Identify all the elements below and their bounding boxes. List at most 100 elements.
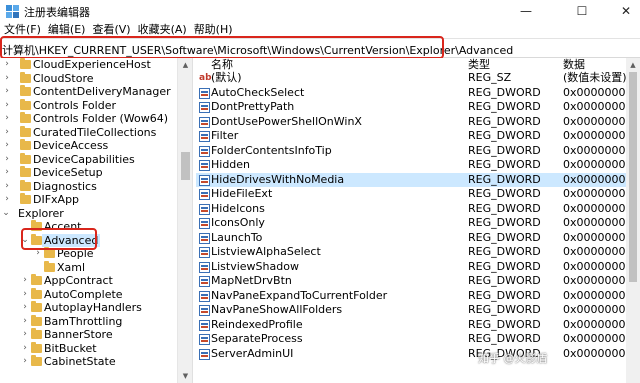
minimize-button[interactable]: — (504, 0, 548, 22)
binary-icon (199, 145, 210, 157)
value-data: 0x00000000 (0) (563, 346, 626, 360)
advanced-highlight-box (21, 228, 97, 250)
tree-item[interactable]: › CloudExperienceHost (0, 58, 177, 72)
binary-icon (199, 203, 210, 215)
tree-chevron-icon[interactable]: › (3, 112, 11, 125)
tree-item[interactable]: › Controls Folder (0, 98, 177, 113)
tree-item[interactable]: › Diagnostics (0, 179, 177, 194)
tree-item-label: Diagnostics (33, 179, 97, 193)
tree-chevron-icon[interactable]: › (3, 85, 11, 98)
tree-item[interactable]: ⌄ Explorer (0, 207, 177, 221)
values-scrollbar[interactable]: ▲ (626, 58, 640, 383)
tree-chevron-icon[interactable]: › (3, 139, 11, 152)
values-scroll-thumb[interactable] (629, 72, 637, 282)
value-row[interactable]: FolderContentsInfoTip REG_DWORD 0x00000001… (196, 144, 626, 159)
value-row[interactable]: DontUsePowerShellOnWinX REG_DWORD 0x000000… (196, 115, 626, 130)
value-row[interactable]: HideFileExt REG_DWORD 0x00000000 (0) (196, 187, 626, 202)
value-row[interactable]: IconsOnly REG_DWORD 0x00000000 (0) (196, 216, 626, 231)
tree-item[interactable]: › Controls Folder (Wow64) (0, 112, 177, 126)
tree-item[interactable]: › DeviceSetup (0, 166, 177, 180)
value-row[interactable]: MapNetDrvBtn REG_DWORD 0x00000000 (0) (196, 274, 626, 289)
value-row[interactable]: Filter REG_DWORD 0x00000000 (0) (196, 129, 626, 144)
tree-scroll-thumb[interactable] (181, 152, 190, 180)
value-row[interactable]: DontPrettyPath REG_DWORD 0x00000000 (0) (196, 100, 626, 115)
tree-item[interactable]: › AutoComplete (0, 287, 177, 302)
tree-item[interactable]: › BitBucket (0, 341, 177, 356)
tree-scrollbar[interactable]: ▲ ▼ (177, 58, 192, 383)
value-row[interactable]: ListviewShadow REG_DWORD 0x00000001 (1) (196, 260, 626, 275)
value-row[interactable]: HideDrivesWithNoMedia REG_DWORD 0x00000000… (196, 172, 626, 187)
tree-chevron-icon[interactable]: › (21, 355, 29, 368)
tree-item-label: CabinetState (44, 355, 116, 368)
value-row[interactable]: AutoCheckSelect REG_DWORD 0x00000000 (0) (196, 86, 626, 101)
tree-item-label: AutoplayHandlers (44, 301, 142, 314)
close-button[interactable]: ✕ (604, 0, 640, 22)
tree-item[interactable]: › CuratedTileCollections (0, 125, 177, 140)
tree-chevron-icon[interactable]: › (21, 328, 29, 341)
tree-item[interactable]: › CloudStore (0, 71, 177, 86)
scroll-down-icon[interactable]: ▼ (178, 369, 193, 383)
tree-chevron-icon[interactable]: › (3, 153, 11, 166)
column-header-type[interactable]: 类型 (468, 58, 490, 71)
tree-item[interactable]: › CabinetState (0, 355, 177, 369)
address-highlight-box (0, 36, 444, 59)
value-row[interactable]: ab (默认) REG_SZ (数值未设置) (196, 71, 626, 86)
value-data: (数值未设置) (563, 71, 626, 84)
tree-item[interactable]: › AppContract (0, 274, 177, 288)
binary-icon (199, 218, 210, 229)
tree-chevron-icon[interactable]: › (21, 315, 29, 328)
tree-item[interactable]: Xaml (0, 260, 177, 275)
value-row[interactable]: ServerAdminUIREG_DWORD0x00000000 (0) (196, 347, 626, 362)
value-row[interactable]: NavPaneShowAllFolders REG_DWORD 0x00000000… (196, 303, 626, 318)
tree-item[interactable]: › DIFxApp (0, 193, 177, 207)
column-header-name[interactable]: 名称 (211, 58, 233, 71)
tree-item[interactable]: › DeviceAccess (0, 139, 177, 153)
tree-chevron-icon[interactable]: › (3, 72, 11, 85)
value-row[interactable]: LaunchTo REG_DWORD 0x00000001 (1) (196, 231, 626, 246)
value-row[interactable]: ListviewAlphaSelect REG_DWORD 0x00000001 (… (196, 245, 626, 260)
value-name: FolderContentsInfoTip (211, 143, 332, 157)
value-name: ServerAdminUI (211, 346, 294, 360)
tree-chevron-icon[interactable]: ⌄ (2, 207, 10, 220)
tree-chevron-icon[interactable]: › (3, 126, 11, 139)
tree-item[interactable]: › BamThrottling (0, 314, 177, 329)
value-row[interactable]: ReindexedProfile REG_DWORD 0x00000001 (1) (196, 318, 626, 333)
tree-chevron-icon[interactable]: › (21, 342, 29, 355)
tree-chevron-icon[interactable]: › (21, 274, 29, 287)
tree-item[interactable]: › AutoplayHandlers (0, 301, 177, 315)
value-data: 0x00000001 (1) (563, 245, 626, 258)
value-data: 0x00000000 (0) (563, 129, 626, 142)
column-header-data[interactable]: 数据 (563, 58, 585, 71)
registry-tree[interactable]: › CloudExperienceHost › CloudStore › ContentD… (0, 58, 177, 383)
tree-chevron-icon[interactable]: › (3, 99, 11, 112)
tree-item-label: Explorer (18, 206, 64, 220)
tree-chevron-icon[interactable]: › (3, 166, 11, 179)
value-name: HideDrivesWithNoMedia (211, 172, 345, 186)
tree-chevron-icon[interactable]: › (3, 180, 11, 193)
tree-chevron-icon[interactable]: › (21, 301, 29, 314)
maximize-button[interactable]: ☐ (560, 0, 604, 22)
folder-icon (20, 125, 31, 137)
value-type: REG_DWORD (468, 216, 541, 229)
folder-icon (20, 58, 31, 69)
values-scroll-up-icon[interactable]: ▲ (626, 58, 640, 72)
value-row[interactable]: SeparateProcess REG_DWORD 0x00000000 (0) (196, 332, 626, 347)
tree-item[interactable]: › BannerStore (0, 328, 177, 342)
tree-chevron-icon[interactable]: › (3, 58, 11, 71)
value-name: (默认) (211, 71, 242, 84)
tree-item[interactable]: › ContentDeliveryManager (0, 85, 177, 99)
folder-icon (20, 139, 31, 150)
value-type: REG_DWORD (468, 187, 541, 200)
scroll-up-icon[interactable]: ▲ (178, 58, 193, 72)
value-row[interactable]: Hidden REG_DWORD 0x00000001 (1) (196, 158, 626, 173)
tree-chevron-icon[interactable]: › (3, 193, 11, 206)
value-name: ListviewAlphaSelect (211, 245, 321, 258)
value-type: REG_DWORD (468, 303, 541, 316)
tree-chevron-icon[interactable] (34, 261, 42, 274)
value-row[interactable]: NavPaneExpandToCurrentFolder REG_DWORD 0x0… (196, 289, 626, 304)
tree-chevron-icon[interactable]: › (21, 288, 29, 301)
value-data: 0x00000000 (0) (563, 274, 626, 287)
tree-item-label: Xaml (57, 260, 86, 274)
tree-item[interactable]: › DeviceCapabilities (0, 152, 177, 167)
value-row[interactable]: HideIcons REG_DWORD 0x00000000 (0) (196, 202, 626, 217)
